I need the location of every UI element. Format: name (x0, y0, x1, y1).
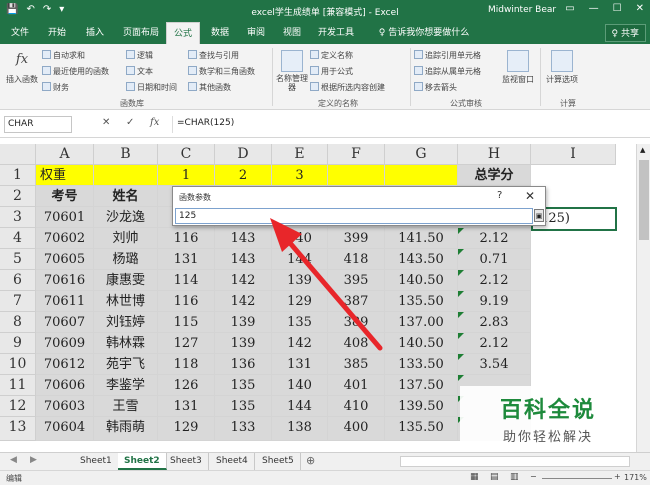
sheet-tab-sheet5[interactable]: Sheet5 (256, 453, 301, 470)
page-layout-icon[interactable]: ▤ (490, 472, 499, 482)
sheet-tab-sheet1[interactable]: Sheet1 (74, 453, 119, 470)
prev-sheet-icon[interactable]: ◀ (10, 455, 17, 465)
sheet-tab-sheet3[interactable]: Sheet3 (164, 453, 209, 470)
watermark-logo: 百科全说 助你轻松解决 (460, 386, 636, 450)
sheet-tab-sheet4[interactable]: Sheet4 (210, 453, 255, 470)
mode-indicator: 编辑 (6, 474, 22, 483)
page-break-icon[interactable]: ▥ (510, 472, 519, 482)
status-bar: 编辑 ▦ ▤ ▥ − + 171% (0, 470, 650, 485)
zoom-slider[interactable] (542, 478, 612, 479)
sheet-tab-sheet2[interactable]: Sheet2 (118, 453, 167, 470)
normal-view-icon[interactable]: ▦ (470, 472, 479, 482)
scroll-thumb[interactable] (639, 160, 649, 240)
vertical-scrollbar[interactable]: ▲ (636, 144, 650, 452)
next-sheet-icon[interactable]: ▶ (30, 455, 37, 465)
add-sheet-icon[interactable]: ⊕ (306, 454, 315, 467)
zoom-level[interactable]: 171% (624, 473, 647, 482)
sheet-tab-bar: ◀ ▶ Sheet1 Sheet2 Sheet3 Sheet4 Sheet5 ⊕ (0, 452, 650, 470)
scroll-up-icon[interactable]: ▲ (640, 146, 645, 154)
zoom-out-icon[interactable]: − (530, 472, 537, 481)
zoom-in-icon[interactable]: + (614, 472, 621, 481)
horizontal-scrollbar[interactable] (400, 456, 630, 467)
